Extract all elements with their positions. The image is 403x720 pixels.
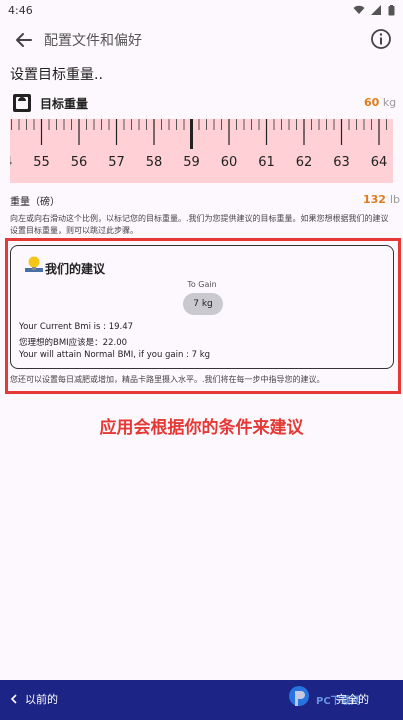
target-weight-value: 60 kg: [364, 96, 396, 109]
app-title: 配置文件和偏好: [44, 33, 142, 49]
chevron-left-icon: [10, 694, 17, 704]
bottom-bar: 以前的 PC下载网 完全的: [0, 680, 403, 720]
target-weight-unit: kg: [382, 96, 397, 109]
ruler-ticks: [11, 119, 387, 149]
complete-label: 完全的: [336, 693, 369, 706]
instructions-text: 向左或向右滑动这个比例，以标记您的目标重量。.我们为您提供建议的目标重量。如果您…: [10, 214, 389, 235]
ideal-bmi-text: 您理想的BMI应该是：22.00: [19, 338, 128, 348]
ruler-tick-label: 57: [108, 155, 125, 170]
ruler-tick-label: 54: [10, 155, 12, 170]
info-icon[interactable]: [370, 28, 392, 50]
ruler-tick-label: 56: [70, 155, 88, 170]
target-weight-number: 60: [364, 96, 380, 109]
ruler-tick-label: 62: [295, 155, 313, 170]
ruler-tick-label: 61: [258, 155, 275, 170]
ruler-tick-label: 60: [220, 155, 238, 170]
ruler-tick-label: 64: [370, 155, 388, 170]
current-bmi-text: Your Current Bmi is : 19.47: [19, 322, 134, 332]
weight-lbs-value: 132 lb: [363, 193, 400, 206]
normal-bmi-text: Your will attain Normal BMI, if you gain…: [19, 350, 211, 360]
suggestion-card: 我们的建议 To Gain 7 kg Your Current Bmi is :…: [10, 245, 394, 369]
weight-lbs-number: 132: [363, 193, 386, 206]
target-weight-label: 目标重量: [40, 97, 89, 111]
ruler-tick-label: 55: [33, 155, 50, 170]
ruler-tick-label: 58: [145, 155, 163, 170]
previous-label: 以前的: [25, 693, 58, 706]
lightbulb-icon: [25, 256, 43, 272]
gain-value-pill: 7 kg: [183, 293, 223, 315]
footnote-text: 您还可以设置每日减肥或增加，精品卡路里摄入水平。.我们将在每一步中指导您的建议。: [10, 375, 325, 384]
to-gain-label: To Gain: [187, 280, 217, 289]
weight-ruler-slider[interactable]: 54 55 56 57 58 59 60 61 62 63 64: [10, 119, 393, 183]
status-icons: [353, 4, 395, 16]
weight-lbs-unit: lb: [389, 193, 401, 206]
app-bar: 配置文件和偏好: [0, 22, 403, 58]
status-bar: 4:46: [0, 0, 403, 20]
annotation-text: 应用会根据你的条件来建议: [99, 418, 304, 438]
scale-icon: [13, 94, 31, 112]
weight-lbs-label: 重量（磅）: [10, 197, 60, 208]
watermark-logo-icon: [289, 686, 309, 706]
status-time: 4:46: [8, 3, 33, 17]
back-arrow-icon[interactable]: [14, 30, 34, 50]
card-title: 我们的建议: [45, 262, 106, 276]
complete-button[interactable]: 完全的: [336, 691, 369, 707]
previous-button[interactable]: 以前的: [10, 691, 58, 707]
signal-icon: [371, 5, 381, 15]
ruler-tick-label: 63: [333, 155, 350, 170]
section-title: 设置目标重量..: [10, 67, 103, 83]
wifi-icon: [353, 5, 365, 14]
battery-icon: [388, 4, 395, 15]
ruler-tick-label: 59: [183, 155, 200, 170]
